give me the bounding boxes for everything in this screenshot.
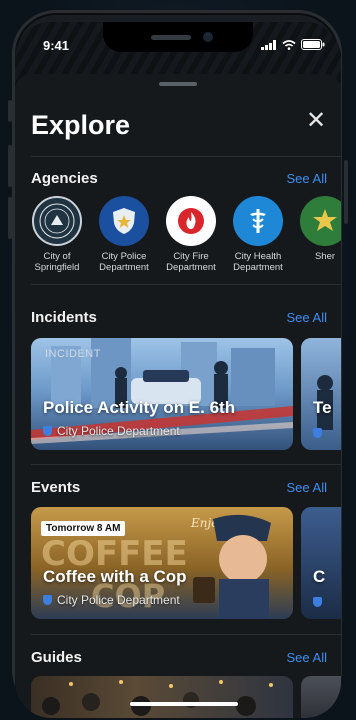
guides-header: Guides See All xyxy=(31,649,327,667)
agency-name: City Health Department xyxy=(233,251,283,273)
agency-city-fire-department[interactable]: City Fire Department xyxy=(161,196,221,273)
agency-name: Sher xyxy=(314,251,336,262)
agency-sheriff[interactable]: Sher xyxy=(295,196,341,262)
guide-card[interactable] xyxy=(31,676,293,718)
incident-title-peek: Te xyxy=(313,398,332,417)
section-title-incidents: Incidents xyxy=(31,309,97,326)
events-see-all-link[interactable]: See All xyxy=(287,480,327,495)
incidents-see-all-link[interactable]: See All xyxy=(287,310,327,325)
guide-illustration xyxy=(42,680,273,716)
incident-agency-peek xyxy=(313,428,322,438)
event-time-badge: Tomorrow 8 AM xyxy=(41,521,126,536)
sheriff-star-icon xyxy=(300,196,341,246)
section-title-agencies: Agencies xyxy=(31,170,98,187)
events-header: Events See All xyxy=(31,479,327,497)
page-title: Explore xyxy=(31,110,131,140)
sheet-grabber[interactable] xyxy=(159,82,197,86)
explore-sheet: Explore ✕ Agencies See All City of Sprin… xyxy=(15,74,341,718)
guides-see-all-link[interactable]: See All xyxy=(287,650,327,665)
event-card[interactable]: COFFEE COP Enjoy! Tomorrow 8 AM Coffee w… xyxy=(31,507,293,619)
divider xyxy=(31,634,341,635)
event-title-peek: C xyxy=(313,567,326,586)
event-agency-peek xyxy=(313,597,322,607)
agency-city-of-springfield[interactable]: City of Springfield xyxy=(27,196,87,273)
police-shield-icon xyxy=(313,428,322,438)
police-shield-icon xyxy=(43,595,52,605)
power-button xyxy=(344,160,348,224)
home-indicator[interactable] xyxy=(130,702,238,706)
city-seal-icon xyxy=(32,196,82,246)
event-title: Coffee with a Cop xyxy=(43,567,187,586)
event-card-peek[interactable]: C xyxy=(301,507,341,619)
agency-name: City Fire Department xyxy=(166,251,216,273)
incident-tag: INCIDENT xyxy=(45,348,101,360)
close-button[interactable]: ✕ xyxy=(305,109,327,133)
status-bar: 9:41 xyxy=(15,36,341,56)
battery-icon xyxy=(301,39,325,50)
incident-card[interactable]: INCIDENT Police Activity on E. 6th City … xyxy=(31,338,293,450)
background: 9:41 Explore ✕ Agencies See All City of … xyxy=(0,0,356,720)
status-icons xyxy=(261,39,325,50)
agencies-row: City of Springfield City Police Departme… xyxy=(31,196,341,286)
incidents-header: Incidents See All xyxy=(31,309,327,327)
divider xyxy=(31,464,341,465)
section-title-events: Events xyxy=(31,479,81,496)
incident-agency: City Police Department xyxy=(43,424,180,438)
agency-city-health-department[interactable]: City Health Department xyxy=(228,196,288,273)
police-shield-icon xyxy=(43,426,52,436)
agencies-see-all-link[interactable]: See All xyxy=(287,171,327,186)
fire-icon xyxy=(166,196,216,246)
incident-card-peek[interactable]: Te xyxy=(301,338,341,450)
police-badge-icon xyxy=(99,196,149,246)
agency-city-police-department[interactable]: City Police Department xyxy=(94,196,154,273)
agency-name: City Police Department xyxy=(99,251,149,273)
section-title-guides: Guides xyxy=(31,649,82,666)
close-icon: ✕ xyxy=(305,107,327,134)
screen: 9:41 Explore ✕ Agencies See All City of … xyxy=(15,22,341,718)
wifi-icon xyxy=(282,39,296,50)
caduceus-icon xyxy=(233,196,283,246)
divider xyxy=(31,156,341,157)
incident-title: Police Activity on E. 6th xyxy=(43,398,236,417)
police-shield-icon xyxy=(313,597,322,607)
status-time: 9:41 xyxy=(43,38,70,53)
event-agency-label: City Police Department xyxy=(57,593,180,607)
agencies-header: Agencies See All xyxy=(31,170,327,188)
guide-card-peek[interactable] xyxy=(301,676,341,718)
incident-agency-label: City Police Department xyxy=(57,424,180,438)
divider xyxy=(31,284,341,285)
signal-icon xyxy=(261,39,276,50)
agency-name: City of Springfield xyxy=(34,251,80,273)
event-agency: City Police Department xyxy=(43,593,180,607)
